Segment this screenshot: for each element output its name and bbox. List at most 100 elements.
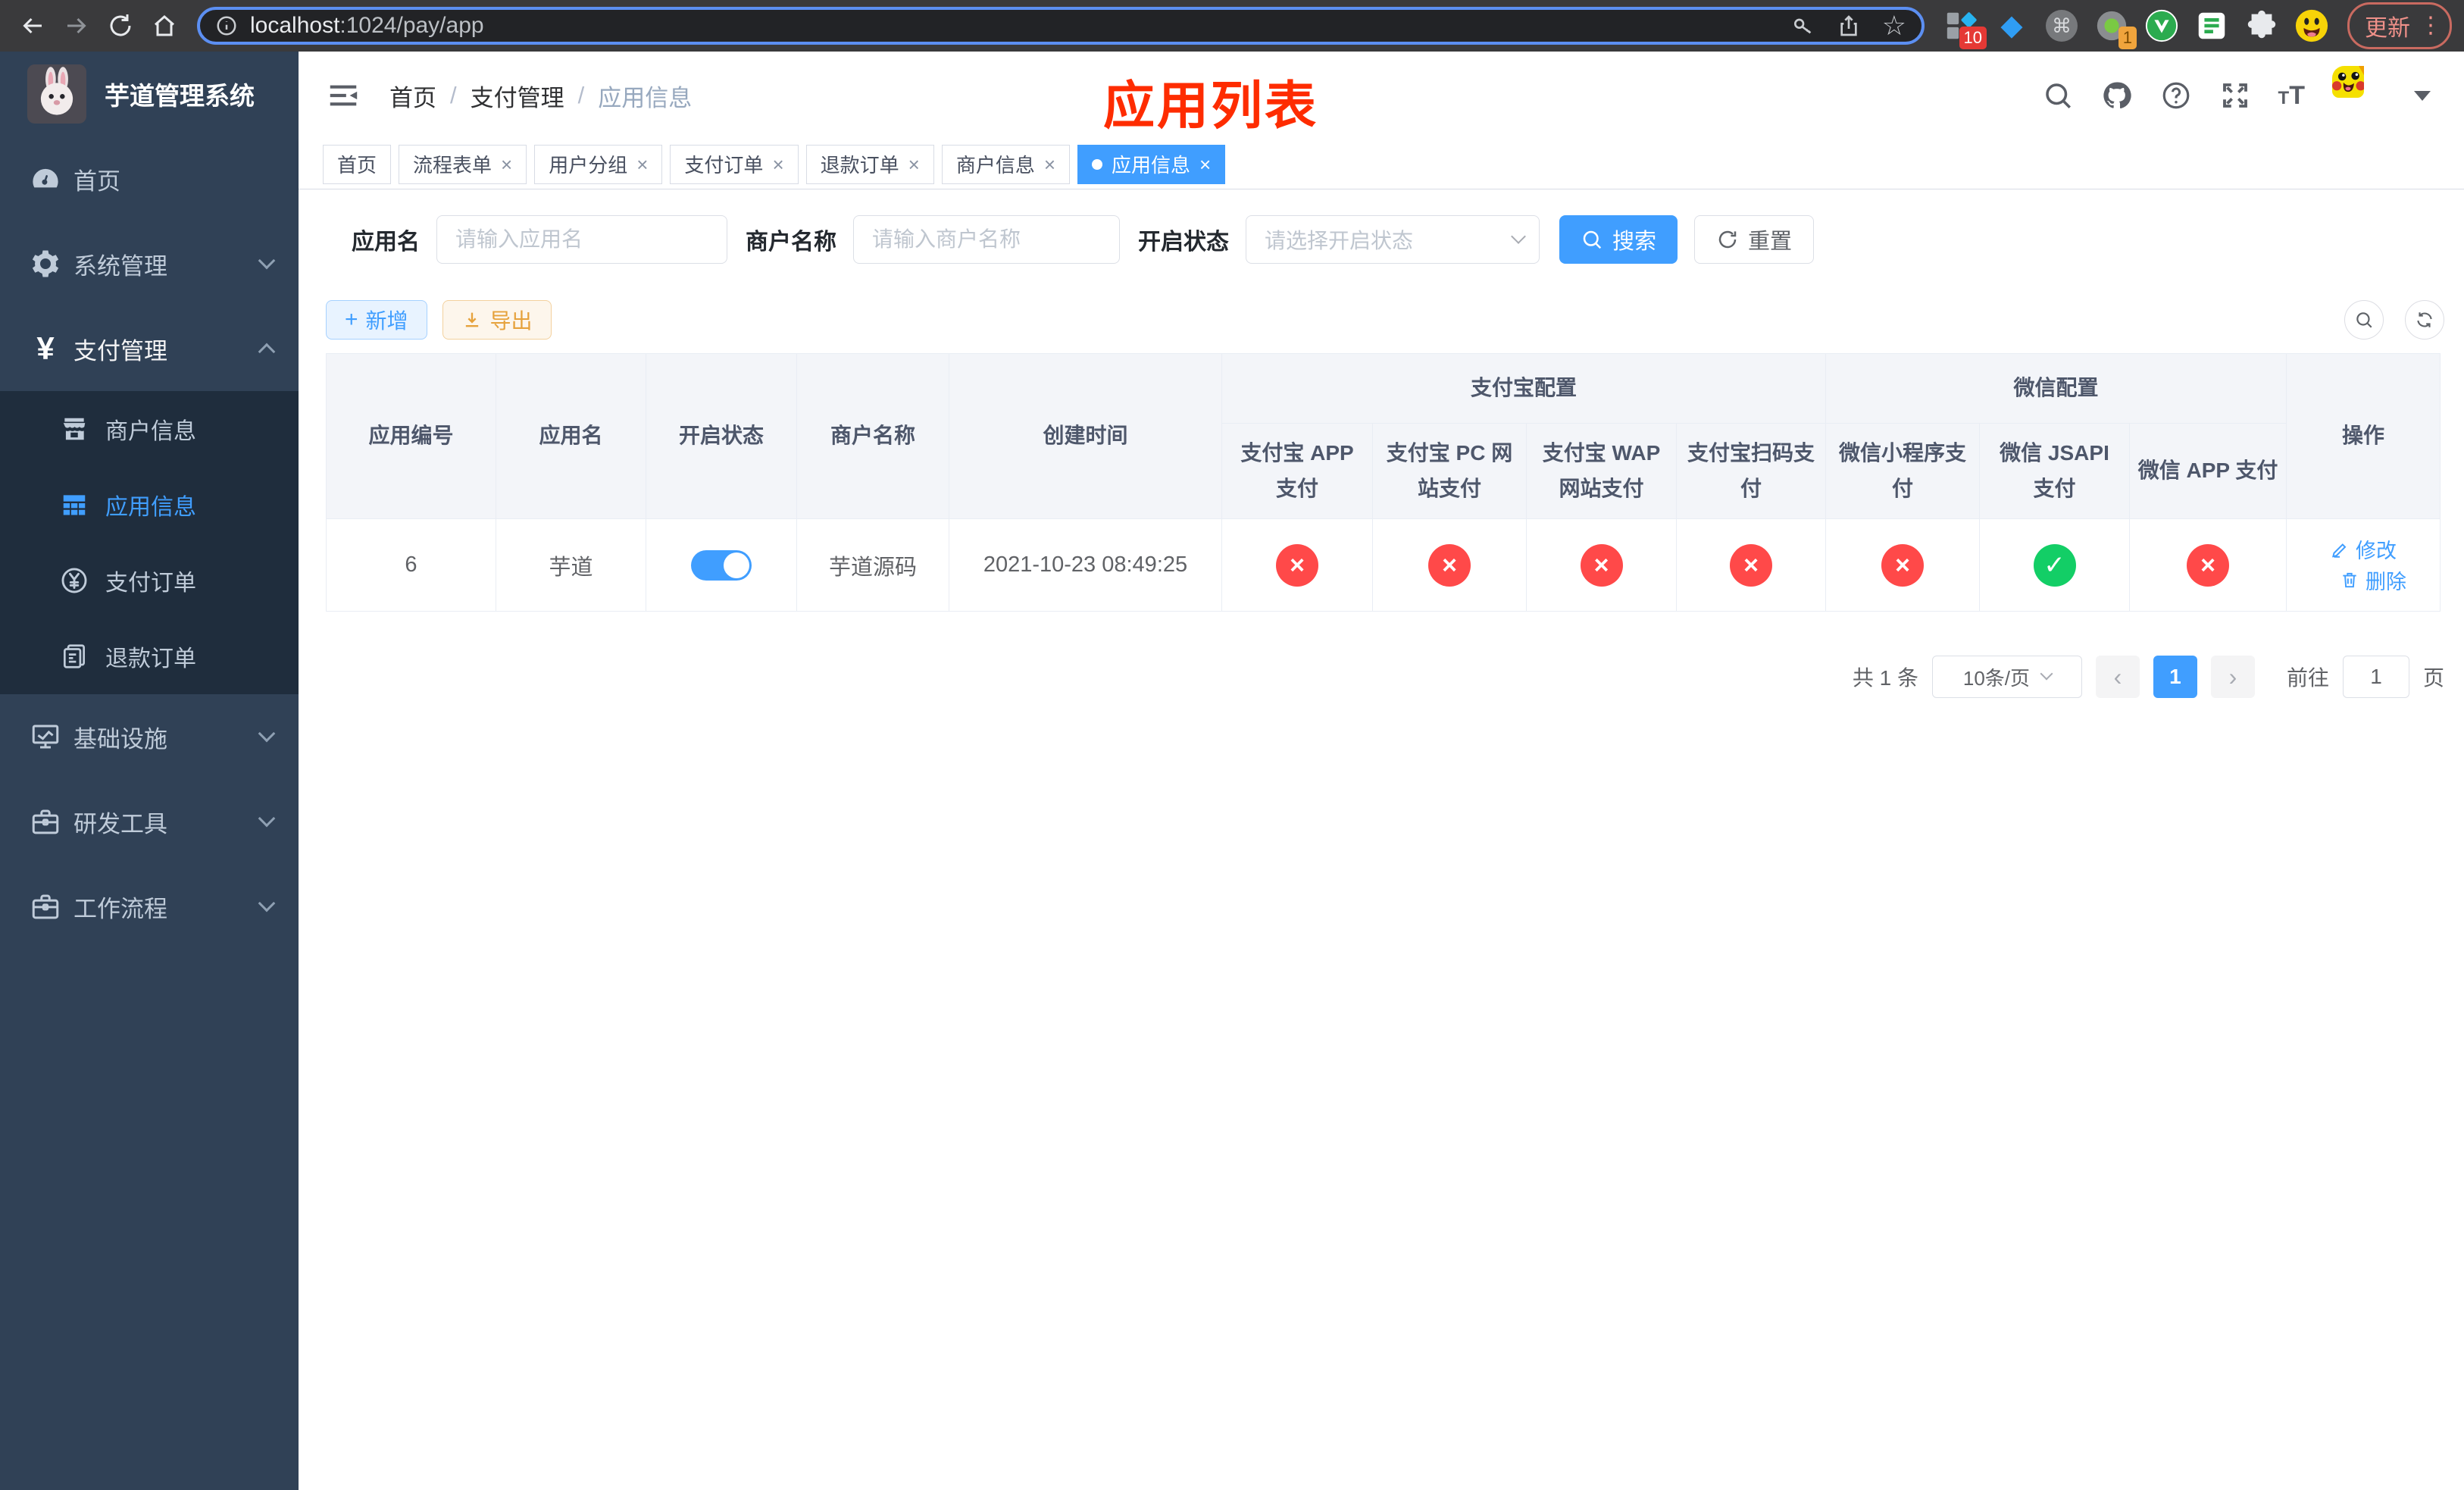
add-button[interactable]: + 新增 (326, 300, 427, 340)
close-icon[interactable]: × (908, 155, 920, 174)
add-button-label: 新增 (365, 309, 408, 333)
cell-alipay-pc: × (1372, 518, 1527, 612)
extension-diamond-icon[interactable]: ◆ (1994, 8, 2029, 43)
browser-reload-button[interactable] (100, 5, 141, 46)
browser-forward-button[interactable] (56, 5, 97, 46)
col-wx-jsapi: 微信 JSAPI 支付 (1979, 423, 2131, 519)
update-label: 更新 (2365, 16, 2410, 41)
site-info-icon[interactable] (215, 14, 238, 37)
cell-merchant: 芋道源码 (796, 518, 949, 612)
close-icon[interactable]: × (636, 155, 648, 174)
sidebar-collapse-button[interactable] (326, 78, 361, 113)
browser-home-button[interactable] (144, 5, 185, 46)
breadcrumb-home[interactable]: 首页 (389, 79, 436, 113)
close-icon[interactable]: × (501, 155, 512, 174)
edit-label: 修改 (2356, 540, 2397, 562)
reset-button[interactable]: 重置 (1694, 215, 1815, 264)
sidebar-item-home[interactable]: 首页 (0, 136, 299, 221)
monitor-icon (28, 719, 63, 754)
extension-blocks-icon[interactable]: 10 (1944, 8, 1987, 49)
tab-label: 退款订单 (820, 154, 899, 177)
col-alipay-pc: 支付宝 PC 网站支付 (1372, 423, 1527, 519)
sidebar-item-devtools[interactable]: 研发工具 (0, 779, 299, 864)
tab-process-form[interactable]: 流程表单 × (399, 144, 527, 184)
page-unit-label: 页 (2422, 666, 2444, 690)
browser-menu-dots-icon[interactable]: ⋮ (2419, 14, 2442, 37)
yen-icon: ¥ (36, 330, 55, 366)
next-page-button[interactable]: › (2210, 656, 2255, 698)
status-select[interactable]: 请选择开启状态 (1246, 215, 1540, 264)
password-key-icon[interactable] (1791, 14, 1815, 38)
table-tools (2344, 300, 2444, 340)
export-button[interactable]: 导出 (442, 300, 552, 340)
tab-app-info[interactable]: 应用信息 × (1077, 144, 1226, 184)
github-icon[interactable] (2101, 80, 2133, 111)
close-icon[interactable]: × (1044, 155, 1055, 174)
sidebar-item-app-info[interactable]: 应用信息 (0, 467, 299, 543)
caret-down-icon[interactable] (2414, 90, 2431, 101)
document-icon (58, 639, 90, 674)
sidebar-item-refund-orders[interactable]: 退款订单 (0, 618, 299, 694)
refresh-table-button[interactable] (2405, 300, 2444, 340)
extensions-puzzle-icon[interactable] (2244, 8, 2279, 43)
close-icon[interactable]: × (1199, 155, 1211, 174)
extension-vue-devtools-icon[interactable] (2144, 8, 2179, 43)
share-icon[interactable] (1837, 14, 1861, 38)
breadcrumb-pay[interactable]: 支付管理 (471, 79, 564, 113)
tab-home[interactable]: 首页 (323, 144, 392, 184)
goto-page-input[interactable] (2342, 656, 2409, 698)
pay-submenu: 商户信息 应用信息 支付订单 退款订单 (0, 391, 299, 694)
bookmark-star-icon[interactable]: ☆ (1882, 12, 1906, 39)
search-button-label: 搜索 (1612, 230, 1657, 254)
shop-icon (58, 412, 90, 446)
help-icon[interactable] (2160, 80, 2192, 111)
close-icon[interactable]: × (772, 155, 783, 174)
logo-row: 芋道管理系统 (0, 52, 299, 136)
tab-user-group[interactable]: 用户分组 × (534, 144, 663, 184)
sidebar-item-pay[interactable]: ¥ 支付管理 (0, 306, 299, 391)
tab-label: 用户分组 (549, 154, 628, 177)
delete-link[interactable]: 删除 (2340, 565, 2406, 595)
browser-update-button[interactable]: 更新 ⋮ (2347, 2, 2452, 49)
sidebar-item-infra[interactable]: 基础设施 (0, 694, 299, 779)
status-cell: × (1580, 543, 1623, 587)
cell-wx-app: × (2129, 518, 2287, 612)
apps-table-wrap: 应用编号 应用名 开启状态 商户名称 创建时间 支付宝配置 微信配置 操作 支付… (326, 353, 2444, 612)
yen-circle-icon (58, 563, 90, 598)
sidebar-item-workflow[interactable]: 工作流程 (0, 864, 299, 949)
status-cell: × (1881, 543, 1925, 587)
app-name-input[interactable] (436, 215, 727, 264)
browser-chrome: localhost:1024/pay/app ☆ 10 ◆ ⌘ 1 更新 ⋮ (0, 0, 2464, 52)
enabled-switch[interactable] (691, 549, 752, 581)
font-size-icon[interactable]: TT (2278, 81, 2305, 111)
tab-refund-orders[interactable]: 退款订单 × (805, 144, 934, 184)
profile-emoji-avatar[interactable] (2294, 8, 2329, 43)
gear-icon (28, 246, 63, 281)
extension-status-icon[interactable]: 1 (2094, 8, 2137, 49)
fullscreen-icon[interactable] (2219, 80, 2251, 111)
sidebar-item-system[interactable]: 系统管理 (0, 221, 299, 306)
sidebar-item-merchant-info[interactable]: 商户信息 (0, 391, 299, 467)
browser-back-button[interactable] (12, 5, 53, 46)
page-size-select[interactable]: 10条/页 (1931, 656, 2082, 698)
search-button[interactable]: 搜索 (1559, 215, 1678, 264)
merchant-name-input[interactable] (853, 215, 1120, 264)
tab-pay-orders[interactable]: 支付订单 × (670, 144, 799, 184)
chevron-down-icon (258, 894, 276, 912)
sidebar-item-pay-orders[interactable]: 支付订单 (0, 543, 299, 618)
prev-page-button[interactable]: ‹ (2095, 656, 2140, 698)
extension-badge-orange: 1 (2118, 27, 2137, 49)
extension-command-icon[interactable]: ⌘ (2044, 8, 2079, 43)
user-avatar[interactable] (2332, 66, 2391, 125)
chevron-down-icon (258, 809, 276, 828)
tab-merchant-info[interactable]: 商户信息 × (941, 144, 1071, 184)
edit-link[interactable]: 修改 (2330, 534, 2397, 564)
sidebar-item-label: 研发工具 (73, 810, 167, 837)
status-select-placeholder: 请选择开启状态 (1265, 229, 1414, 252)
search-icon[interactable] (2042, 80, 2074, 111)
extension-notes-icon[interactable] (2194, 8, 2229, 43)
current-page-button[interactable]: 1 (2153, 656, 2197, 698)
total-count: 共 1 条 (1852, 666, 1918, 690)
toggle-search-button[interactable] (2344, 300, 2384, 340)
address-bar[interactable]: localhost:1024/pay/app ☆ (197, 7, 1925, 45)
